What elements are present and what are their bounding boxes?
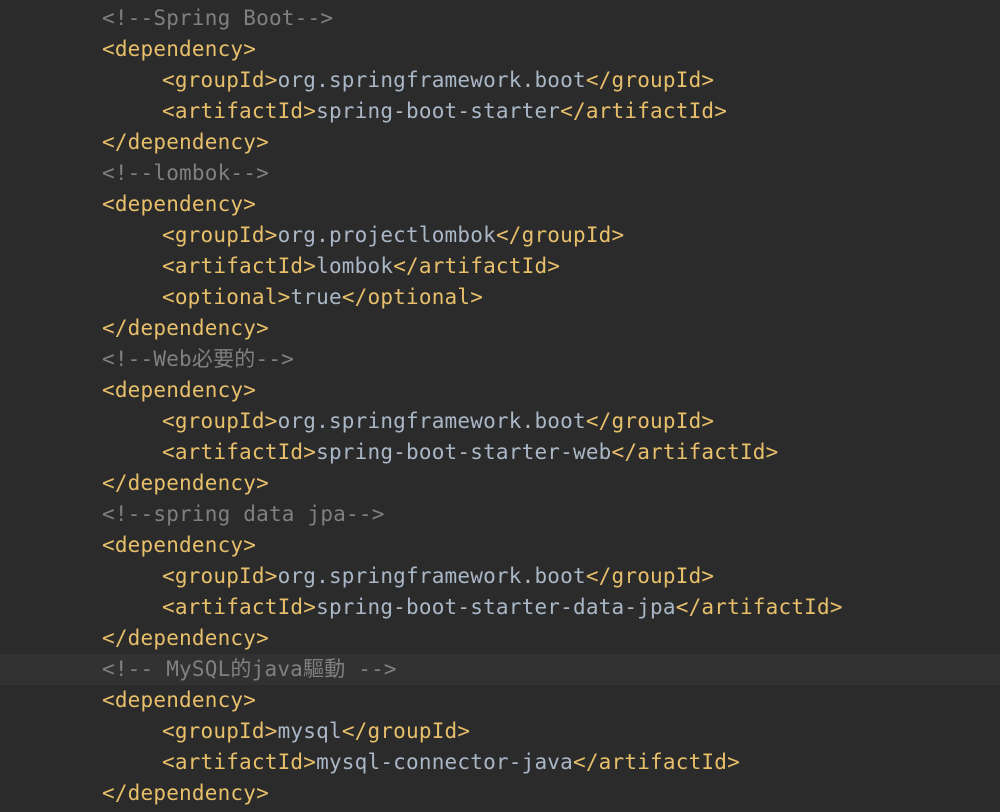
xml-tag: </groupId> [586,68,714,92]
code-line[interactable]: </dependency> [0,468,1000,499]
xml-text: spring-boot-starter [316,99,560,123]
xml-tag: <optional> [162,285,290,309]
code-line[interactable]: <artifactId>lombok</artifactId> [0,251,1000,282]
xml-text: org.springframework.boot [278,68,586,92]
code-line[interactable]: </dependency> [0,778,1000,809]
code-line[interactable]: <dependency> [0,375,1000,406]
code-line[interactable]: <!-- MySQL的java驅動 --> [0,654,1000,685]
xml-tag: <dependency> [102,192,256,216]
code-line[interactable]: <groupId>org.projectlombok</groupId> [0,220,1000,251]
xml-tag: <dependency> [102,37,256,61]
xml-tag: <groupId> [162,68,278,92]
xml-text: org.projectlombok [278,223,496,247]
code-editor[interactable]: <!--Spring Boot--><dependency><groupId>o… [0,0,1000,809]
xml-tag: </groupId> [342,719,470,743]
code-line[interactable]: <artifactId>mysql-connector-java</artifa… [0,747,1000,778]
xml-tag: </artifactId> [573,750,740,774]
xml-tag: <groupId> [162,409,278,433]
code-line[interactable]: <!--Web必要的--> [0,344,1000,375]
code-line[interactable]: <dependency> [0,189,1000,220]
xml-tag: <groupId> [162,719,278,743]
xml-text: mysql [278,719,342,743]
xml-comment: <!--Spring Boot--> [102,6,333,30]
code-line[interactable]: <optional>true</optional> [0,282,1000,313]
code-line[interactable]: <artifactId>spring-boot-starter-data-jpa… [0,592,1000,623]
xml-tag: </groupId> [496,223,624,247]
xml-tag: </dependency> [102,471,269,495]
xml-tag: </artifactId> [612,440,779,464]
xml-tag: </dependency> [102,626,269,650]
xml-tag: </artifactId> [560,99,727,123]
code-line[interactable]: <dependency> [0,530,1000,561]
xml-comment: <!--lombok--> [102,161,269,185]
code-line[interactable]: <!--Spring Boot--> [0,3,1000,34]
xml-comment: <!-- MySQL的java驅動 --> [102,657,397,681]
xml-tag: <dependency> [102,688,256,712]
code-line[interactable]: </dependency> [0,623,1000,654]
xml-tag: <artifactId> [162,440,316,464]
xml-tag: <artifactId> [162,99,316,123]
xml-tag: <dependency> [102,378,256,402]
xml-tag: </artifactId> [393,254,560,278]
xml-tag: <artifactId> [162,254,316,278]
xml-tag: <artifactId> [162,595,316,619]
xml-tag: </groupId> [586,409,714,433]
xml-tag: <groupId> [162,223,278,247]
xml-tag: </dependency> [102,130,269,154]
xml-text: lombok [316,254,393,278]
code-line[interactable]: <groupId>org.springframework.boot</group… [0,561,1000,592]
code-line[interactable]: <!--spring data jpa--> [0,499,1000,530]
xml-text: spring-boot-starter-web [316,440,611,464]
xml-text: org.springframework.boot [278,564,586,588]
xml-tag: </optional> [342,285,483,309]
xml-text: mysql-connector-java [316,750,573,774]
code-line[interactable]: <!--lombok--> [0,158,1000,189]
code-line[interactable]: <groupId>org.springframework.boot</group… [0,65,1000,96]
xml-tag: <groupId> [162,564,278,588]
xml-tag: </dependency> [102,781,269,805]
xml-tag: </artifactId> [676,595,843,619]
code-line[interactable]: <groupId>org.springframework.boot</group… [0,406,1000,437]
xml-comment: <!--spring data jpa--> [102,502,385,526]
xml-tag: </dependency> [102,316,269,340]
xml-tag: <dependency> [102,533,256,557]
xml-text: spring-boot-starter-data-jpa [316,595,676,619]
code-line[interactable]: <dependency> [0,34,1000,65]
xml-text: org.springframework.boot [278,409,586,433]
code-line[interactable]: <groupId>mysql</groupId> [0,716,1000,747]
xml-tag: </groupId> [586,564,714,588]
xml-comment: <!--Web必要的--> [102,347,294,371]
code-line[interactable]: <dependency> [0,685,1000,716]
xml-tag: <artifactId> [162,750,316,774]
code-line[interactable]: <artifactId>spring-boot-starter</artifac… [0,96,1000,127]
code-line[interactable]: </dependency> [0,313,1000,344]
code-line[interactable]: <artifactId>spring-boot-starter-web</art… [0,437,1000,468]
xml-text: true [290,285,341,309]
code-line[interactable]: </dependency> [0,127,1000,158]
